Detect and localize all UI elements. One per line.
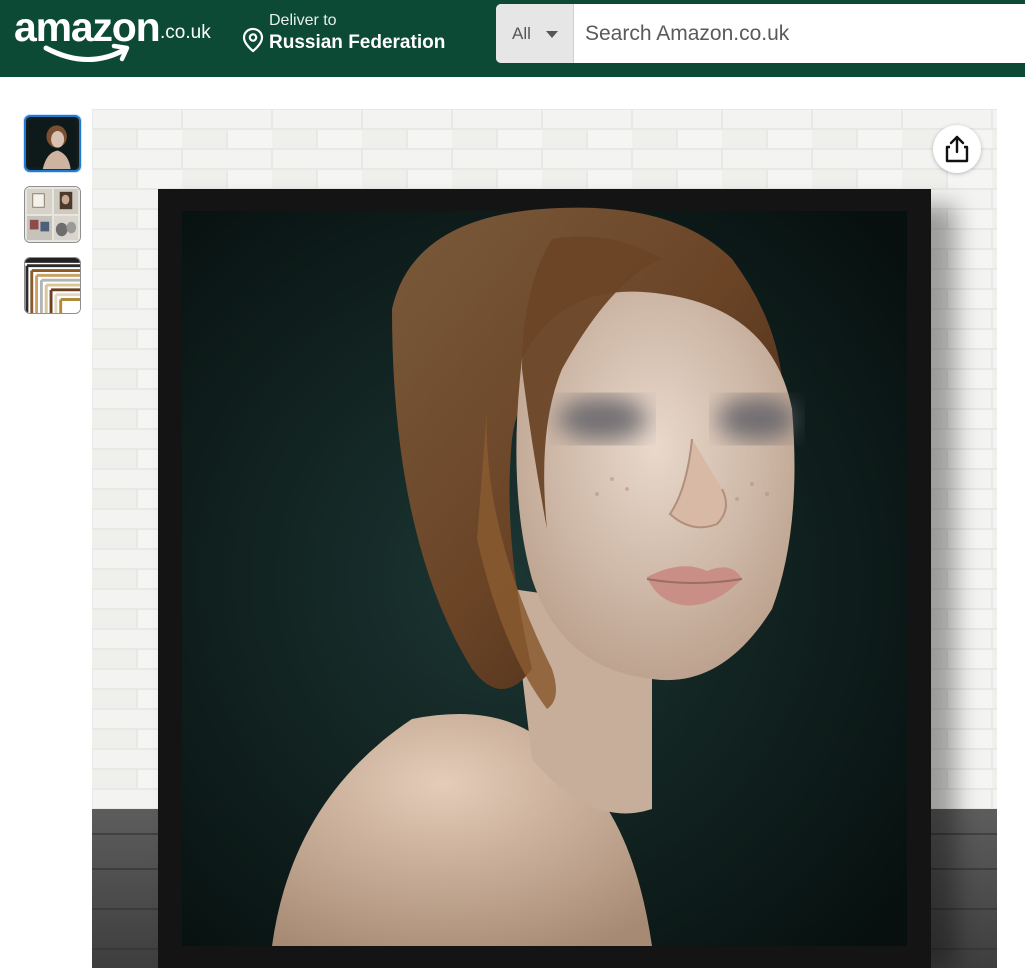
thumbnail-3[interactable] (24, 257, 81, 314)
frame-samples-thumbnail-icon (25, 258, 80, 313)
deliver-to-location[interactable]: Deliver to Russian Federation (241, 10, 481, 60)
location-pin-icon (242, 27, 264, 53)
room-collage-thumbnail-icon (25, 187, 80, 242)
caret-down-icon (546, 31, 558, 38)
main-product-image[interactable] (92, 109, 997, 968)
deliver-location-name: Russian Federation (269, 32, 446, 53)
thumbnail-1[interactable] (24, 115, 81, 172)
thumbnail-2[interactable] (24, 186, 81, 243)
portrait-thumbnail-icon (26, 117, 79, 170)
search-department-dropdown[interactable]: All (496, 4, 574, 63)
share-button[interactable] (933, 125, 981, 173)
search-bar: All (496, 4, 1025, 63)
framed-portrait-image-icon (92, 109, 997, 968)
nav-header: amazon .co.uk Deliver to Russian Federat… (0, 0, 1025, 77)
deliver-to-label: Deliver to (269, 12, 337, 29)
search-input[interactable] (574, 4, 1014, 63)
logo-tld: .co.uk (160, 22, 211, 43)
smile-arrow-icon (43, 43, 130, 62)
search-department-label: All (512, 24, 531, 43)
share-icon (945, 135, 969, 163)
amazon-logo[interactable]: amazon .co.uk (14, 2, 224, 70)
